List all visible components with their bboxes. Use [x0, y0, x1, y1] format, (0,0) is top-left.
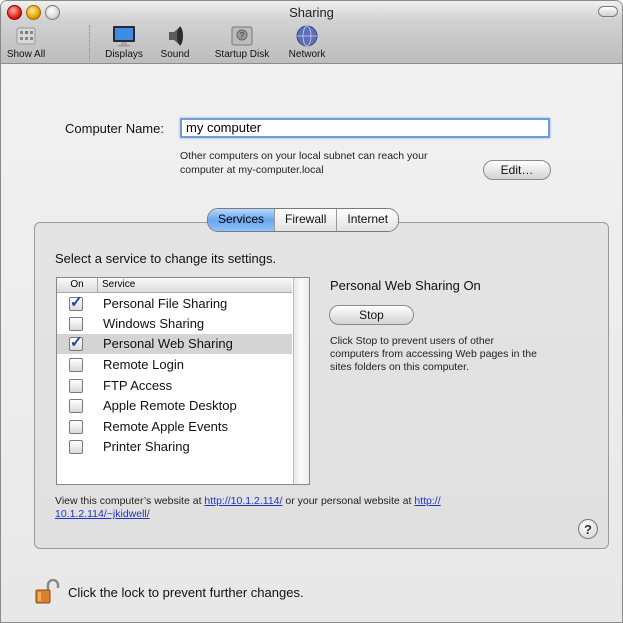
svg-text:?: ?: [240, 31, 245, 40]
help-button[interactable]: ?: [578, 519, 598, 539]
service-label: Apple Remote Desktop: [103, 398, 237, 413]
service-row-apple-remote-desktop[interactable]: Apple Remote Desktop: [57, 396, 292, 416]
service-description-line3: sites folders on this computer.: [330, 361, 469, 373]
computer-website-link[interactable]: http://10.1.2.114/: [204, 495, 282, 507]
service-label: Personal Web Sharing: [103, 336, 233, 351]
tab-firewall[interactable]: Firewall: [275, 209, 338, 231]
service-label: Personal File Sharing: [103, 296, 228, 311]
speaker-icon: [169, 26, 183, 46]
computer-name-input[interactable]: my computer: [180, 118, 550, 138]
service-label: Printer Sharing: [103, 439, 190, 454]
service-description-line1: Click Stop to prevent users of other: [330, 335, 494, 347]
hard-disk-icon: ?: [231, 26, 253, 46]
apple-remote-desktop-checkbox[interactable]: [69, 399, 83, 413]
service-row-ftp-access[interactable]: FTP Access: [57, 376, 292, 396]
website-info-line1: View this computer’s website at http://1…: [55, 495, 441, 508]
printer-sharing-checkbox[interactable]: [69, 440, 83, 454]
display-icon: [113, 26, 135, 47]
stop-button[interactable]: Stop: [329, 305, 414, 325]
service-label: Remote Login: [103, 357, 184, 372]
toolbar-displays-label: Displays: [105, 49, 143, 60]
toolbar-show-all[interactable]: Show All: [3, 25, 49, 60]
service-row-personal-web-sharing[interactable]: ✓ Personal Web Sharing: [57, 334, 292, 354]
tab-bar: Services Firewall Internet: [207, 208, 400, 232]
toolbar-toggle-button[interactable]: [598, 6, 618, 17]
toolbar-sound-label: Sound: [160, 49, 190, 60]
toolbar-network-label: Network: [288, 49, 326, 60]
toolbar-sound[interactable]: Sound: [157, 25, 193, 60]
remote-login-checkbox[interactable]: [69, 358, 83, 372]
service-row-remote-login[interactable]: Remote Login: [57, 355, 292, 375]
table-scrollbar[interactable]: [293, 278, 309, 484]
personal-file-sharing-checkbox[interactable]: ✓: [69, 294, 83, 311]
globe-icon: [296, 25, 318, 47]
show-all-grid-icon: [16, 27, 36, 45]
website-info-line2: 10.1.2.114/~jkidwell/: [55, 508, 150, 521]
service-row-remote-apple-events[interactable]: Remote Apple Events: [57, 417, 292, 437]
toolbar-displays[interactable]: Displays: [98, 25, 150, 60]
personal-website-link-part2[interactable]: 10.1.2.114/~jkidwell/: [55, 508, 150, 520]
service-description-line2: computers from accessing Web pages in th…: [330, 348, 537, 360]
services-prompt: Select a service to change its settings.: [55, 251, 277, 266]
title-bar: Sharing Show All Displays Sound ? Startu…: [1, 1, 622, 64]
service-label: Windows Sharing: [103, 316, 205, 331]
service-row-windows-sharing[interactable]: Windows Sharing: [57, 314, 292, 334]
service-label: FTP Access: [103, 378, 173, 393]
table-header: On Service: [57, 278, 292, 293]
service-row-personal-file-sharing[interactable]: ✓ Personal File Sharing: [57, 294, 292, 314]
website-info-text: View this computer’s website at: [55, 495, 205, 507]
computer-name-info-line1: Other computers on your local subnet can…: [180, 150, 428, 162]
toolbar-startup-disk[interactable]: ? Startup Disk: [204, 25, 280, 60]
pane-content: Computer Name: my computer Other compute…: [1, 64, 622, 622]
checkmark-icon: ✓: [70, 334, 83, 351]
toolbar-startup-disk-label: Startup Disk: [214, 49, 270, 60]
open-lock-icon[interactable]: [34, 579, 62, 605]
edit-button[interactable]: Edit…: [483, 160, 551, 180]
toolbar-separator: [89, 25, 90, 61]
column-on-header[interactable]: On: [57, 278, 98, 292]
service-label: Remote Apple Events: [103, 419, 229, 434]
ftp-access-checkbox[interactable]: [69, 379, 83, 393]
sharing-window: Sharing Show All Displays Sound ? Startu…: [0, 0, 623, 623]
computer-name-label: Computer Name:: [65, 121, 164, 136]
lock-instruction-text: Click the lock to prevent further change…: [68, 585, 304, 600]
toolbar-network[interactable]: Network: [283, 25, 331, 60]
checkmark-icon: ✓: [70, 294, 83, 311]
service-row-printer-sharing[interactable]: Printer Sharing: [57, 437, 292, 457]
personal-website-link-part1[interactable]: http://: [414, 495, 440, 507]
windows-sharing-checkbox[interactable]: [69, 317, 83, 331]
remote-apple-events-checkbox[interactable]: [69, 420, 83, 434]
toolbar-show-all-label: Show All: [6, 49, 46, 60]
column-service-header[interactable]: Service: [102, 278, 135, 292]
tab-internet[interactable]: Internet: [337, 209, 399, 231]
website-info-text: or your personal website at: [282, 495, 415, 507]
computer-name-info-line2: computer at my-computer.local: [180, 164, 324, 176]
window-title: Sharing: [289, 5, 334, 20]
personal-web-sharing-checkbox[interactable]: ✓: [69, 334, 83, 351]
services-table: On Service ✓ Personal File Sharing Windo…: [56, 277, 310, 485]
service-status-text: Personal Web Sharing On: [330, 278, 481, 293]
tab-services[interactable]: Services: [208, 209, 276, 231]
